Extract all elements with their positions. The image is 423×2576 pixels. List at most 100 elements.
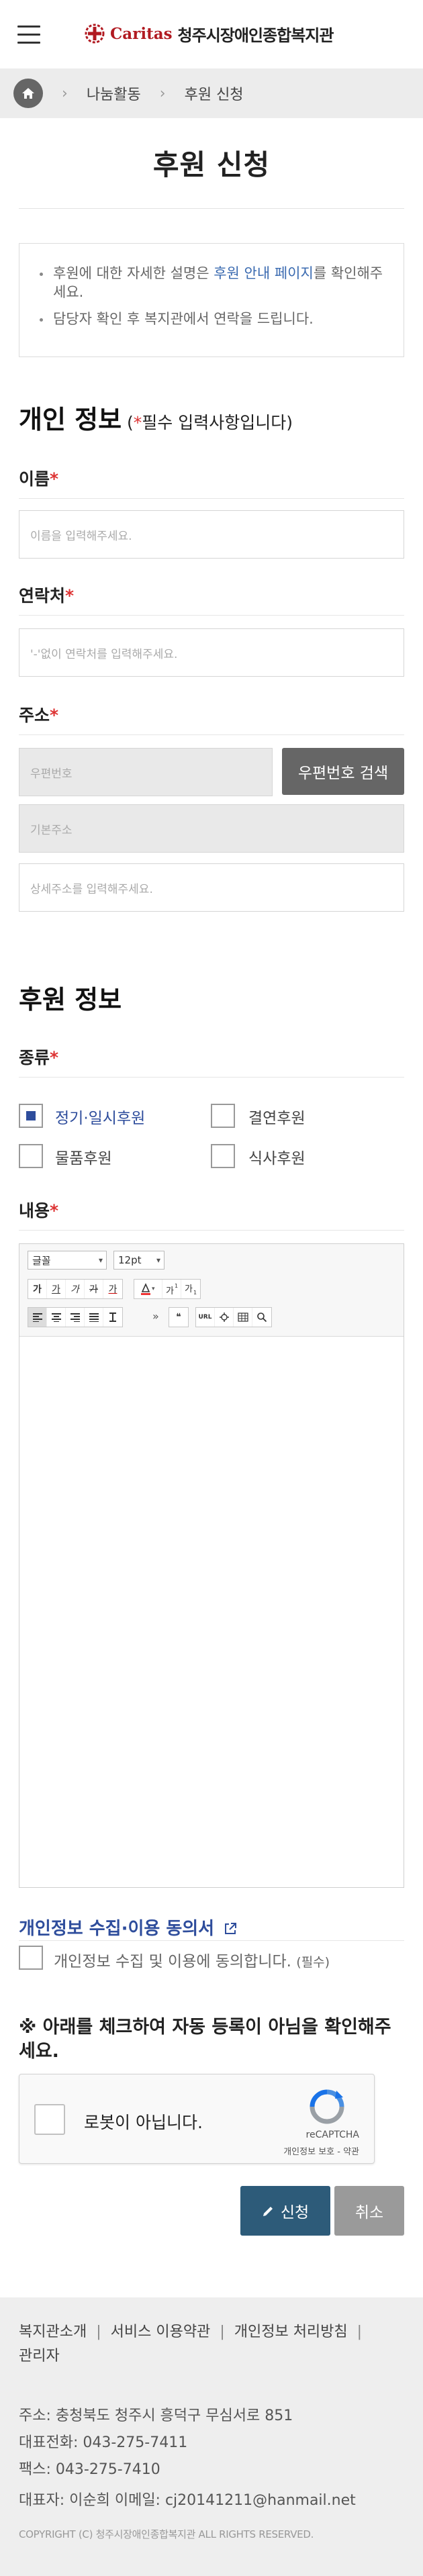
table-icon[interactable] <box>234 1308 252 1327</box>
pencil-icon <box>263 2207 273 2216</box>
page-title: 후원 신청 <box>152 148 271 181</box>
text-color-button[interactable]: 가 <box>103 1280 122 1298</box>
highlight-icon[interactable]: ▾ <box>134 1280 162 1298</box>
notice-box: 후원에 대한 자세한 설명은 후원 안내 페이지를 확인해주세요. 담당자 확인… <box>19 243 404 357</box>
strike-button[interactable]: 가 <box>85 1280 103 1298</box>
site-header: Caritas 청주시장애인종합복지관 <box>0 0 423 68</box>
align-center-icon[interactable] <box>47 1308 66 1327</box>
subscript-icon[interactable]: 가1 <box>181 1280 200 1298</box>
recaptcha-checkbox[interactable] <box>34 2104 65 2135</box>
underline-button[interactable]: 가 <box>47 1280 66 1298</box>
chevron-right-icon: › <box>159 85 166 102</box>
logo-name: 청주시장애인종합복지관 <box>177 26 334 45</box>
type-goods-checkbox[interactable] <box>19 1144 43 1168</box>
logo-brand: Caritas <box>110 24 173 43</box>
recaptcha-logo-icon <box>310 2089 344 2124</box>
privacy-agree-checkbox[interactable] <box>19 1946 43 1970</box>
footer-link-admin[interactable]: 관리자 <box>19 2348 60 2365</box>
svg-text:1: 1 <box>193 1290 197 1295</box>
address-label: 주소* <box>19 706 59 725</box>
editor-body[interactable] <box>19 1337 404 1887</box>
zip-input[interactable]: 우편번호 <box>19 748 273 796</box>
breadcrumb-item[interactable]: 나눔활동 <box>87 83 141 104</box>
align-justify-icon[interactable] <box>85 1308 103 1327</box>
footer-fax: 팩스: 043-275-7410 <box>19 2461 160 2478</box>
privacy-agreement-link[interactable]: 개인정보 수집·이용 동의서 <box>19 1915 238 1940</box>
svg-text:가: 가 <box>185 1284 193 1294</box>
footer-link-terms[interactable]: 서비스 이용약관 <box>111 2324 211 2340</box>
quote-icon[interactable]: ❝ <box>169 1308 188 1327</box>
text-style-group: 가 가 가 가 가 <box>28 1279 123 1299</box>
bold-button[interactable]: 가 <box>28 1280 47 1298</box>
footer-link-about[interactable]: 복지관소개 <box>19 2324 87 2340</box>
more-tools-icon[interactable]: » <box>152 1310 159 1323</box>
search-icon[interactable] <box>252 1308 271 1327</box>
recaptcha-terms-link[interactable]: 개인정보 보호 - 약관 <box>283 2144 359 2157</box>
menu-icon[interactable] <box>17 26 40 44</box>
content-editor: 글꼴 12pt 가 가 가 가 가 ▾ 가1 가1 <box>19 1243 404 1888</box>
phone-label: 연락처* <box>19 586 75 606</box>
guide-link[interactable]: 후원 안내 페이지 <box>214 265 314 281</box>
type-sponsor-label[interactable]: 결연후원 <box>248 1105 306 1128</box>
align-right-icon[interactable] <box>66 1308 85 1327</box>
svg-text:1: 1 <box>175 1283 178 1289</box>
quote-group: ❝ <box>169 1307 189 1327</box>
phone-input[interactable]: '-'없이 연락처를 입력해주세요. <box>19 628 404 677</box>
divider <box>19 1940 404 1941</box>
divider <box>19 1077 404 1078</box>
footer-link-privacy[interactable]: 개인정보 처리방침 <box>234 2324 348 2340</box>
chevron-right-icon: › <box>62 85 68 102</box>
notice-item: 담당자 확인 후 복지관에서 연락을 드립니다. <box>37 309 385 328</box>
address1-input[interactable]: 기본주소 <box>19 804 404 853</box>
notice-item: 후원에 대한 자세한 설명은 후원 안내 페이지를 확인해주세요. <box>37 264 385 301</box>
divider <box>19 1230 404 1231</box>
breadcrumb-item-current[interactable]: 후원 신청 <box>185 83 244 104</box>
type-regular-label[interactable]: 정기·일시후원 <box>55 1105 145 1128</box>
name-label: 이름* <box>19 469 59 489</box>
divider <box>19 498 404 499</box>
divider <box>19 734 404 735</box>
footer-copyright: COPYRIGHT (C) 청주시장애인종합복지관 ALL RIGHTS RES… <box>19 2528 314 2540</box>
type-regular-checkbox[interactable] <box>19 1104 43 1128</box>
insert-group: URL <box>195 1307 272 1327</box>
editor-toolbar: 글꼴 12pt 가 가 가 가 가 ▾ 가1 가1 <box>19 1244 404 1337</box>
font-size-select[interactable]: 12pt <box>113 1251 164 1270</box>
external-link-icon <box>225 1923 237 1934</box>
cancel-button[interactable]: 취소 <box>334 2186 404 2236</box>
footer-representative: 대표자: 이순희 이메일: cj20141211@hanmail.net <box>19 2492 356 2509</box>
captcha-note: ※ 아래를 체크하여 자동 등록이 아님을 확인해주세요. <box>19 2017 391 2062</box>
caritas-logo-icon <box>85 23 105 44</box>
svg-text:▾: ▾ <box>152 1286 155 1292</box>
submit-button[interactable]: 신청 <box>240 2186 330 2236</box>
footer-links: 복지관소개 | 서비스 이용약관 | 개인정보 처리방침 | 관리자 <box>19 2324 363 2365</box>
personal-info-title: 개인 정보 (*필수 입력사항입니다) <box>19 405 293 434</box>
home-button[interactable] <box>13 79 43 108</box>
italic-button[interactable]: 가 <box>66 1280 85 1298</box>
superscript-icon[interactable]: 가1 <box>162 1280 181 1298</box>
svg-text:가: 가 <box>166 1286 174 1295</box>
font-select[interactable]: 글꼴 <box>28 1251 107 1270</box>
highlight-group: ▾ 가1 가1 <box>134 1279 201 1299</box>
recaptcha-widget: 로봇이 아닙니다. reCAPTCHA 개인정보 보호 - 약관 <box>19 2074 375 2164</box>
privacy-agree-label[interactable]: 개인정보 수집 및 이용에 동의합니다. (필수) <box>54 1948 330 1971</box>
footer-address: 주소: 충청북도 청주시 흥덕구 무심서로 851 <box>19 2407 293 2424</box>
site-logo[interactable]: Caritas 청주시장애인종합복지관 <box>83 19 334 48</box>
link-icon[interactable]: URL <box>196 1308 215 1327</box>
breadcrumb: › 나눔활동 › 후원 신청 <box>0 68 423 118</box>
donation-info-title: 후원 정보 <box>19 985 122 1014</box>
type-meal-label[interactable]: 식사후원 <box>248 1145 306 1168</box>
home-icon <box>22 88 34 99</box>
divider <box>19 208 404 209</box>
divider <box>19 615 404 616</box>
content-label: 내용* <box>19 1201 59 1221</box>
type-goods-label[interactable]: 물품후원 <box>55 1145 112 1168</box>
line-height-icon[interactable] <box>103 1308 122 1327</box>
address2-input[interactable]: 상세주소를 입력해주세요. <box>19 863 404 912</box>
recaptcha-brand: reCAPTCHA <box>306 2130 359 2140</box>
type-meal-checkbox[interactable] <box>211 1144 235 1168</box>
special-char-icon[interactable] <box>215 1308 234 1327</box>
zip-search-button[interactable]: 우편번호 검색 <box>282 748 404 795</box>
align-left-icon[interactable] <box>28 1308 47 1327</box>
type-sponsor-checkbox[interactable] <box>211 1104 235 1128</box>
name-input[interactable]: 이름을 입력해주세요. <box>19 510 404 559</box>
